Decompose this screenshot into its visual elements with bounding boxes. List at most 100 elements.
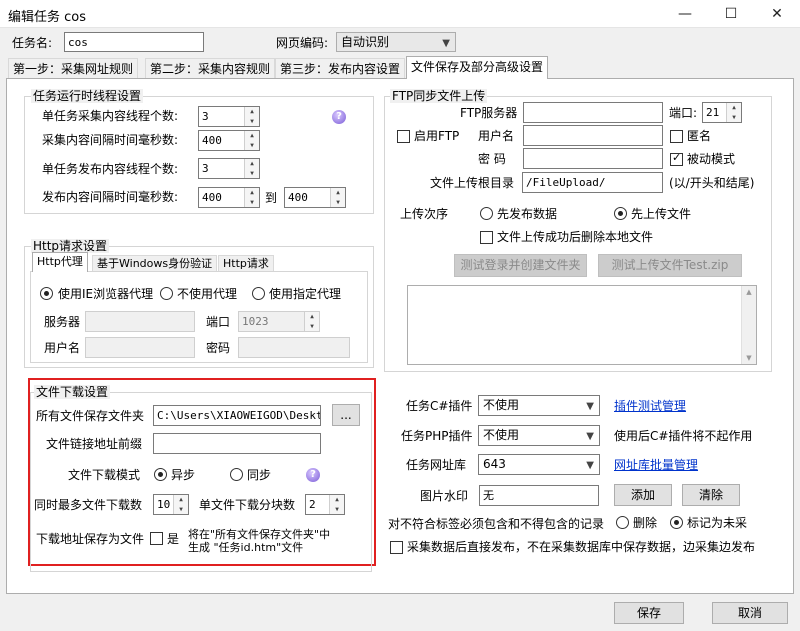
proxy-server-input[interactable] — [85, 311, 195, 332]
clear-watermark-button[interactable]: 清除 — [682, 484, 740, 506]
save-as-file-checkbox[interactable] — [150, 532, 163, 545]
radio-mark-uncollected[interactable] — [670, 516, 683, 529]
task-name-input[interactable]: cos — [64, 32, 204, 52]
scrollbar[interactable]: ▲ ▼ — [741, 286, 756, 364]
php-plugin-label: 任务PHP插件 — [401, 429, 473, 443]
site-library-select[interactable]: 643 ▼ — [478, 454, 600, 475]
spinner-arrows-icon[interactable]: ▲ ▼ — [304, 312, 319, 331]
minimize-icon[interactable]: — — [662, 0, 708, 28]
download-mode-label: 文件下载模式 — [68, 468, 141, 482]
test-login-button[interactable]: 测试登录并创建文件夹 — [454, 254, 587, 277]
publish-interval-from-stepper[interactable]: 400 ▲ ▼ — [198, 187, 260, 208]
publish-interval-to-stepper[interactable]: 400 ▲ ▼ — [284, 187, 346, 208]
help-icon[interactable]: ? — [332, 110, 346, 124]
radio-no-proxy[interactable] — [160, 287, 173, 300]
spinner-arrows-icon[interactable]: ▲ ▼ — [244, 188, 259, 207]
chevron-down-icon: ▼ — [586, 401, 594, 412]
help-icon[interactable]: ? — [306, 468, 320, 482]
proxy-password-input[interactable] — [238, 337, 350, 358]
mismatch-label: 对不符合标签必须包含和不得包含的记录 — [388, 517, 605, 531]
maximize-icon[interactable]: ☐ — [708, 0, 754, 28]
csharp-plugin-select[interactable]: 不使用 ▼ — [478, 395, 600, 416]
ftp-server-input[interactable] — [523, 102, 663, 123]
save-folder-input[interactable]: C:\Users\XIAOWEIGOD\Desktop — [153, 405, 321, 426]
site-library-link[interactable]: 网址库批量管理 — [614, 457, 698, 473]
collect-threads-stepper[interactable]: 3 ▲ ▼ — [198, 106, 260, 127]
encoding-value: 自动识别 — [341, 35, 390, 49]
ftp-log-textarea[interactable]: ▲ ▼ — [407, 285, 757, 365]
enable-ftp-label: 启用FTP — [414, 129, 460, 143]
site-library-label: 任务网址库 — [406, 458, 467, 472]
plugin-test-link[interactable]: 插件测试管理 — [614, 398, 686, 414]
proxy-port-stepper[interactable]: 1023 ▲ ▼ — [238, 311, 320, 332]
cancel-button[interactable]: 取消 — [712, 602, 788, 624]
anonymous-label: 匿名 — [687, 129, 712, 143]
tab-http-proxy[interactable]: Http代理 — [32, 252, 88, 272]
max-downloads-label: 同时最多文件下载数 — [34, 498, 143, 512]
radio-ie-proxy[interactable] — [40, 287, 53, 300]
publish-threads-label: 单任务发布内容线程个数: — [42, 162, 179, 176]
add-watermark-button[interactable]: 添加 — [614, 484, 672, 506]
ftp-password-input[interactable] — [523, 148, 663, 169]
enable-ftp-checkbox[interactable] — [397, 130, 410, 143]
php-plugin-select[interactable]: 不使用 ▼ — [478, 425, 600, 446]
publish-first-label: 先发布数据 — [497, 207, 558, 221]
encoding-label: 网页编码: — [276, 36, 329, 50]
spinner-arrows-icon[interactable]: ▲ ▼ — [244, 159, 259, 178]
radio-delete-record[interactable] — [616, 516, 629, 529]
test-upload-button[interactable]: 测试上传文件Test.zip — [598, 254, 742, 277]
link-prefix-input[interactable] — [153, 433, 321, 454]
save-as-file-label: 下载地址保存为文件 — [36, 532, 145, 546]
ftp-user-label: 用户名 — [478, 129, 515, 143]
title-bar: 编辑任务 cos — ☐ ✕ — [0, 0, 800, 28]
collect-interval-stepper[interactable]: 400 ▲ ▼ — [198, 130, 260, 151]
spinner-arrows-icon[interactable]: ▲ ▼ — [173, 495, 188, 514]
publish-interval-label: 发布内容间隔时间毫秒数: — [42, 190, 179, 204]
link-prefix-label: 文件链接地址前缀 — [46, 437, 143, 451]
yes-label: 是 — [167, 532, 180, 546]
proxy-password-label: 密码 — [206, 341, 231, 355]
tab-step1[interactable]: 第一步：采集网址规则 — [8, 58, 139, 79]
ftp-port-stepper[interactable]: 21 ▲ ▼ — [702, 102, 742, 123]
save-button[interactable]: 保存 — [614, 602, 684, 624]
tab-step3[interactable]: 第三步：发布内容设置 — [275, 58, 406, 79]
watermark-input[interactable]: 无 — [479, 485, 599, 506]
proxy-user-input[interactable] — [85, 337, 195, 358]
csharp-plugin-label: 任务C#插件 — [406, 399, 473, 413]
upload-order-label: 上传次序 — [400, 207, 449, 221]
radio-sync[interactable] — [230, 468, 243, 481]
chunks-label: 单文件下载分块数 — [199, 498, 296, 512]
publish-threads-stepper[interactable]: 3 ▲ ▼ — [198, 158, 260, 179]
delete-local-checkbox[interactable] — [480, 231, 493, 244]
passive-mode-checkbox[interactable] — [670, 151, 683, 166]
direct-publish-checkbox[interactable] — [390, 541, 403, 554]
ftp-user-input[interactable] — [523, 125, 663, 146]
radio-custom-proxy[interactable] — [252, 287, 265, 300]
tab-windows-auth[interactable]: 基于Windows身份验证 — [92, 255, 218, 272]
spinner-arrows-icon[interactable]: ▲ ▼ — [329, 495, 344, 514]
upload-root-hint: (以/开头和结尾) — [669, 176, 755, 190]
anonymous-checkbox[interactable] — [670, 130, 683, 143]
browse-button[interactable]: ... — [332, 404, 360, 426]
max-downloads-stepper[interactable]: 10 ▲ ▼ — [153, 494, 189, 515]
upload-root-input[interactable]: /FileUpload/ — [522, 172, 663, 193]
spinner-arrows-icon[interactable]: ▲ ▼ — [330, 188, 345, 207]
radio-publish-first[interactable] — [480, 207, 493, 220]
radio-upload-first[interactable] — [614, 207, 627, 220]
ftp-port-label: 端口: — [669, 106, 698, 120]
delete-local-label: 文件上传成功后删除本地文件 — [497, 230, 654, 244]
encoding-select[interactable]: 自动识别 ▼ — [336, 32, 456, 52]
radio-async[interactable] — [154, 468, 167, 481]
tab-step2[interactable]: 第二步：采集内容规则 — [145, 58, 276, 79]
spinner-arrows-icon[interactable]: ▲ ▼ — [726, 103, 741, 122]
spinner-arrows-icon[interactable]: ▲ ▼ — [244, 107, 259, 126]
spinner-arrows-icon[interactable]: ▲ ▼ — [244, 131, 259, 150]
to-label: 到 — [265, 191, 278, 205]
mark-uncollected-label: 标记为未采 — [687, 516, 748, 530]
chunks-stepper[interactable]: 2 ▲ ▼ — [305, 494, 345, 515]
close-icon[interactable]: ✕ — [754, 0, 800, 28]
tab-http-request[interactable]: Http请求 — [218, 255, 274, 272]
collect-interval-label: 采集内容间隔时间毫秒数: — [42, 133, 179, 147]
tab-file-settings[interactable]: 文件保存及部分高级设置 — [406, 56, 549, 79]
proxy-user-label: 用户名 — [44, 341, 81, 355]
